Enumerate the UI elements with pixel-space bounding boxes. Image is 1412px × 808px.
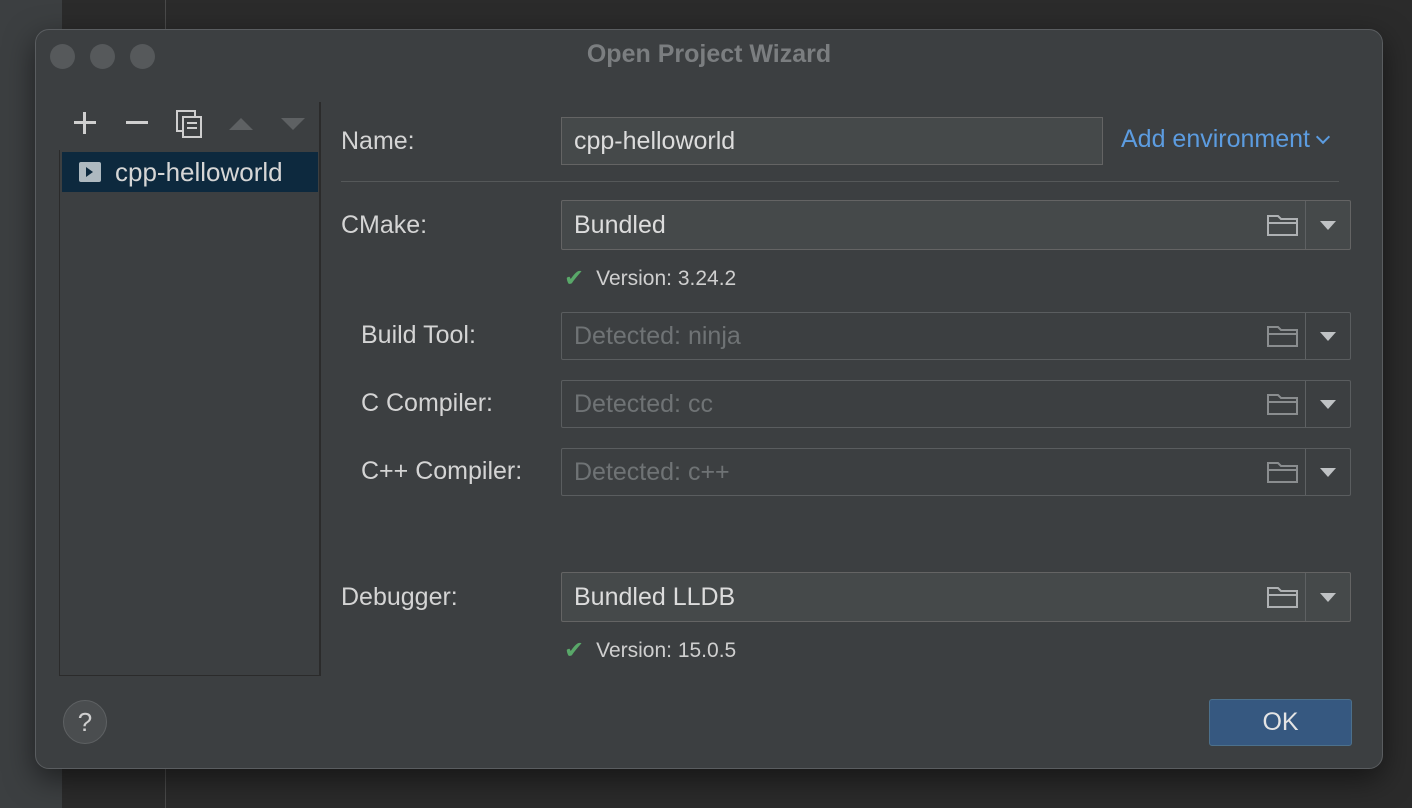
- triangle-down-icon: [1320, 399, 1336, 409]
- list-item[interactable]: cpp-helloworld: [62, 152, 318, 192]
- c-compiler-placeholder: Detected: cc: [574, 389, 713, 418]
- cmake-version-text: Version: 3.24.2: [596, 266, 737, 290]
- name-input[interactable]: cpp-helloworld: [561, 117, 1103, 165]
- cpp-compiler-placeholder: Detected: c++: [574, 457, 730, 486]
- c-compiler-label: C Compiler:: [361, 389, 493, 417]
- folder-icon[interactable]: [1261, 213, 1305, 237]
- debugger-version-text: Version: 15.0.5: [596, 638, 737, 662]
- triangle-down-icon: [1320, 592, 1336, 602]
- splitter[interactable]: [319, 102, 321, 676]
- add-environment-label: Add environment: [1121, 125, 1311, 153]
- debugger-dropdown-button[interactable]: [1305, 573, 1350, 621]
- folder-icon[interactable]: [1261, 324, 1305, 348]
- plus-icon[interactable]: [72, 110, 98, 142]
- build-tool-dropdown-button[interactable]: [1305, 313, 1350, 359]
- separator: [341, 181, 1339, 182]
- triangle-down-icon: [1320, 331, 1336, 341]
- dialog-title: Open Project Wizard: [586, 40, 832, 68]
- copy-icon[interactable]: [176, 110, 204, 144]
- cmake-field[interactable]: Bundled: [561, 200, 1351, 250]
- folder-icon[interactable]: [1261, 392, 1305, 416]
- help-button[interactable]: ?: [63, 700, 107, 744]
- cpp-compiler-label: C++ Compiler:: [361, 457, 523, 485]
- chevron-down-icon: [1315, 129, 1331, 144]
- build-tool-field[interactable]: Detected: ninja: [561, 312, 1351, 360]
- folder-icon[interactable]: [1261, 585, 1305, 609]
- list-item-label: cpp-helloworld: [115, 156, 283, 187]
- add-environment-link[interactable]: Add environment: [1121, 125, 1331, 154]
- checkmark-icon: ✔: [564, 265, 585, 292]
- c-compiler-dropdown-button[interactable]: [1305, 381, 1350, 427]
- arrow-up-icon[interactable]: [228, 110, 254, 142]
- debugger-value: Bundled LLDB: [574, 582, 736, 611]
- build-tool-placeholder: Detected: ninja: [574, 321, 741, 350]
- name-label: Name:: [341, 127, 415, 155]
- folder-icon[interactable]: [1261, 460, 1305, 484]
- c-compiler-field[interactable]: Detected: cc: [561, 380, 1351, 428]
- cpp-compiler-field[interactable]: Detected: c++: [561, 448, 1351, 496]
- arrow-down-icon[interactable]: [280, 110, 306, 142]
- ok-button[interactable]: OK: [1209, 699, 1352, 746]
- debugger-version: ✔ Version: 15.0.5: [564, 636, 736, 665]
- debugger-label: Debugger:: [341, 583, 458, 611]
- name-input-value: cpp-helloworld: [574, 126, 736, 155]
- cmake-label: CMake:: [341, 211, 428, 239]
- profile-list: cpp-helloworld: [59, 150, 321, 676]
- triangle-down-icon: [1320, 467, 1336, 477]
- cmake-dropdown-button[interactable]: [1305, 201, 1350, 249]
- cpp-compiler-dropdown-button[interactable]: [1305, 449, 1350, 495]
- cmake-value: Bundled: [574, 210, 666, 239]
- cmake-version: ✔ Version: 3.24.2: [564, 264, 736, 293]
- minus-icon[interactable]: [124, 110, 150, 142]
- checkmark-icon: ✔: [564, 637, 585, 664]
- open-project-wizard-dialog: Open Project Wizard cpp-helloworld Name:…: [35, 29, 1383, 769]
- build-tool-label: Build Tool:: [361, 321, 476, 349]
- triangle-down-icon: [1320, 220, 1336, 230]
- cmake-profile-icon: [79, 162, 101, 182]
- debugger-field[interactable]: Bundled LLDB: [561, 572, 1351, 622]
